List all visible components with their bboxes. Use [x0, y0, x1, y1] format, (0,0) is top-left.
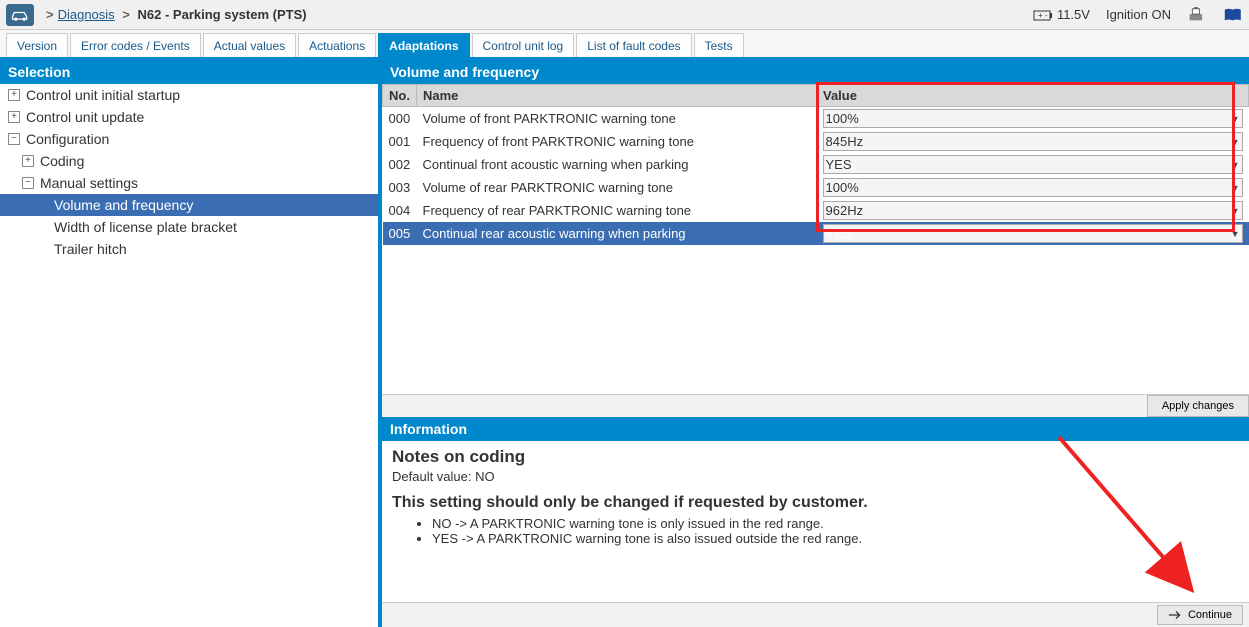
battery-icon: + -: [1033, 7, 1053, 23]
value-text: YES: [826, 157, 852, 172]
chevron-down-icon: ▼: [1231, 206, 1240, 216]
selection-header: Selection: [0, 60, 378, 84]
value-dropdown[interactable]: YES ▼: [823, 224, 1243, 243]
value-dropdown[interactable]: YES ▼: [823, 155, 1243, 174]
cell-name: Continual rear acoustic warning when par…: [417, 222, 817, 245]
content-panel: Volume and frequency No. Name Value 000V…: [382, 60, 1249, 627]
topbar-status-area: + - 11.5V Ignition ON: [1033, 7, 1243, 23]
cell-name: Volume of front PARKTRONIC warning tone: [417, 107, 817, 131]
arrow-right-icon: [1168, 608, 1184, 622]
breadcrumb-separator: >: [119, 7, 134, 22]
value-dropdown[interactable]: 962Hz ▼: [823, 201, 1243, 220]
svg-text:+ -: + -: [1038, 11, 1048, 20]
tree-license-plate[interactable]: Width of license plate bracket: [0, 216, 378, 238]
collapse-icon[interactable]: −: [22, 177, 34, 189]
car-icon[interactable]: [6, 4, 34, 26]
cell-no: 002: [383, 153, 417, 176]
selection-panel: Selection +Control unit initial startup …: [0, 60, 382, 627]
cell-no: 000: [383, 107, 417, 131]
voltage-value: 11.5V: [1057, 7, 1090, 22]
cell-no: 003: [383, 176, 417, 199]
tab-control-log[interactable]: Control unit log: [472, 33, 575, 57]
expand-icon[interactable]: +: [22, 155, 34, 167]
value-text: 100%: [826, 111, 859, 126]
chevron-down-icon: ▼: [1231, 160, 1240, 170]
continue-button[interactable]: Continue: [1157, 605, 1243, 625]
parameter-table-wrap: No. Name Value 000Volume of front PARKTR…: [382, 84, 1249, 245]
value-text: 962Hz: [826, 203, 864, 218]
breadcrumb-separator: >: [46, 7, 54, 22]
cell-no: 004: [383, 199, 417, 222]
information-body: Notes on coding Default value: NO This s…: [382, 441, 1249, 602]
table-row[interactable]: 003Volume of rear PARKTRONIC warning ton…: [383, 176, 1249, 199]
book-icon[interactable]: [1223, 7, 1243, 23]
cell-no: 005: [383, 222, 417, 245]
tab-actual-values[interactable]: Actual values: [203, 33, 296, 57]
expand-icon[interactable]: +: [8, 111, 20, 123]
default-value-text: Default value: NO: [392, 469, 1239, 484]
cell-name: Continual front acoustic warning when pa…: [417, 153, 817, 176]
tree-configuration[interactable]: −Configuration: [0, 128, 378, 150]
tab-fault-codes[interactable]: List of fault codes: [576, 33, 691, 57]
apply-changes-button[interactable]: Apply changes: [1147, 395, 1249, 417]
expand-icon[interactable]: +: [8, 89, 20, 101]
tab-adaptations[interactable]: Adaptations: [378, 33, 469, 57]
tree-initial-startup[interactable]: +Control unit initial startup: [0, 84, 378, 106]
tab-bar: Version Error codes / Events Actual valu…: [0, 30, 1249, 60]
tab-version[interactable]: Version: [6, 33, 68, 57]
value-text: 845Hz: [826, 134, 864, 149]
notes-title: Notes on coding: [392, 447, 1239, 467]
print-icon[interactable]: [1187, 7, 1207, 23]
cell-no: 001: [383, 130, 417, 153]
chevron-down-icon: ▼: [1231, 229, 1240, 239]
tab-tests[interactable]: Tests: [694, 33, 744, 57]
cell-name: Volume of rear PARKTRONIC warning tone: [417, 176, 817, 199]
col-value-header: Value: [817, 85, 1249, 107]
chevron-down-icon: ▼: [1231, 137, 1240, 147]
collapse-icon[interactable]: −: [8, 133, 20, 145]
bottom-bar: Continue: [382, 602, 1249, 627]
tree-volume-frequency[interactable]: Volume and frequency: [0, 194, 378, 216]
info-bullet-yes: YES -> A PARKTRONIC warning tone is also…: [432, 531, 1239, 546]
ignition-status: Ignition ON: [1106, 7, 1171, 22]
cell-name: Frequency of rear PARKTRONIC warning ton…: [417, 199, 817, 222]
tree-trailer-hitch[interactable]: Trailer hitch: [0, 238, 378, 260]
value-dropdown[interactable]: 100% ▼: [823, 178, 1243, 197]
top-bar: > Diagnosis > N62 - Parking system (PTS)…: [0, 0, 1249, 30]
tab-error-codes[interactable]: Error codes / Events: [70, 33, 201, 57]
tree-coding[interactable]: +Coding: [0, 150, 378, 172]
change-notice: This setting should only be changed if r…: [392, 494, 1239, 512]
col-name-header: Name: [417, 85, 817, 107]
breadcrumb-current: N62 - Parking system (PTS): [138, 7, 307, 22]
selection-tree: +Control unit initial startup +Control u…: [0, 84, 378, 627]
table-row[interactable]: 001Frequency of front PARKTRONIC warning…: [383, 130, 1249, 153]
table-row[interactable]: 005Continual rear acoustic warning when …: [383, 222, 1249, 245]
chevron-down-icon: ▼: [1231, 183, 1240, 193]
table-row[interactable]: 004Frequency of rear PARKTRONIC warning …: [383, 199, 1249, 222]
content-header: Volume and frequency: [382, 60, 1249, 84]
table-row[interactable]: 002Continual front acoustic warning when…: [383, 153, 1249, 176]
breadcrumb-diagnosis[interactable]: Diagnosis: [58, 7, 115, 22]
value-text: 100%: [826, 180, 859, 195]
value-text: YES: [826, 226, 852, 241]
info-bullet-no: NO -> A PARKTRONIC warning tone is only …: [432, 516, 1239, 531]
chevron-down-icon: ▼: [1231, 114, 1240, 124]
parameter-table: No. Name Value 000Volume of front PARKTR…: [382, 84, 1249, 245]
value-dropdown[interactable]: 100% ▼: [823, 109, 1243, 128]
cell-name: Frequency of front PARKTRONIC warning to…: [417, 130, 817, 153]
information-header: Information: [382, 417, 1249, 441]
tree-update[interactable]: +Control unit update: [0, 106, 378, 128]
apply-bar: Apply changes: [382, 394, 1249, 417]
table-row[interactable]: 000Volume of front PARKTRONIC warning to…: [383, 107, 1249, 131]
tree-manual-settings[interactable]: −Manual settings: [0, 172, 378, 194]
value-dropdown[interactable]: 845Hz ▼: [823, 132, 1243, 151]
col-no-header: No.: [383, 85, 417, 107]
tab-actuations[interactable]: Actuations: [298, 33, 376, 57]
